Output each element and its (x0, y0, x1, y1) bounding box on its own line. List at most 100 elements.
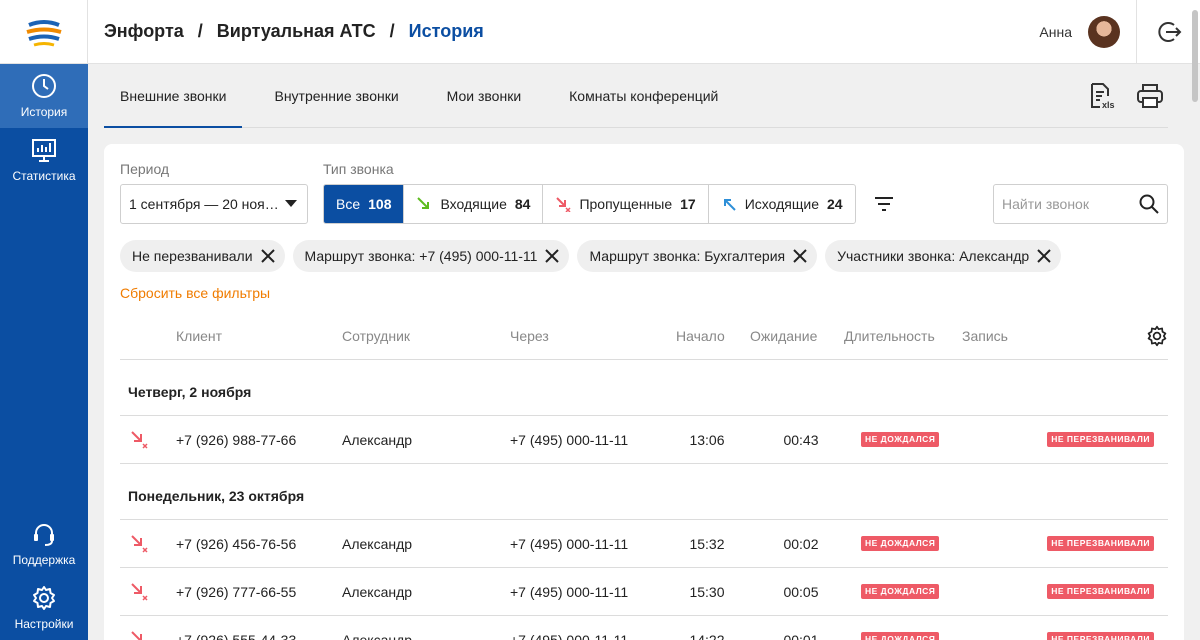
missed-call-icon (131, 583, 148, 601)
cell-client[interactable]: +7 (926) 777-66-55 (176, 584, 296, 600)
outgoing-call-icon (723, 199, 736, 211)
sidebar-item-history[interactable]: История (0, 64, 88, 128)
cell-start: 15:32 (689, 536, 725, 552)
sidebar-item-statistics[interactable]: Статистика (0, 128, 88, 192)
print-icon[interactable] (1136, 82, 1164, 110)
period-value: 1 сентября — 20 ноября (129, 196, 285, 212)
breadcrumb: Энфорта / Виртуальная АТС / История (88, 21, 484, 42)
cell-via: +7 (495) 000-11-11 (510, 632, 629, 640)
cell-via: +7 (495) 000-11-11 (510, 584, 629, 600)
enforta-logo-icon (25, 14, 62, 49)
filter-chip: Маршрут звонка: Бухгалтерия (577, 240, 818, 272)
reset-filters-link[interactable]: Сбросить все фильтры (120, 285, 270, 301)
scrollbar[interactable] (1192, 10, 1198, 102)
segment-count: 24 (826, 196, 843, 212)
table-row[interactable]: +7 (926) 777-66-55 Александр +7 (495) 00… (120, 568, 1168, 616)
table-row[interactable]: +7 (926) 555-44-33 Александр +7 (495) 00… (120, 616, 1168, 640)
column-header-wait[interactable]: Ожидание (750, 328, 817, 344)
segment-count: 108 (368, 196, 392, 212)
column-header-client[interactable]: Клиент (176, 328, 222, 344)
close-icon[interactable] (260, 249, 275, 263)
not-called-back-badge: НЕ ПЕРЕЗВАНИВАЛИ (1047, 584, 1154, 599)
segment-label: Все (336, 196, 361, 212)
svg-text:xls: xls (1102, 100, 1115, 110)
breadcrumb-vats[interactable]: Виртуальная АТС (217, 21, 376, 42)
breadcrumb-separator: / (197, 21, 203, 41)
not-waited-badge: НЕ ДОЖДАЛСЯ (861, 584, 940, 599)
sidebar-item-label: Статистика (12, 169, 76, 183)
cell-via: +7 (495) 000-11-11 (510, 432, 629, 448)
tab-external-calls[interactable]: Внешние звонки (104, 64, 243, 128)
table-settings-icon[interactable] (1146, 325, 1168, 347)
chip-label: Не перезванивали (132, 248, 253, 264)
gear-icon (33, 586, 55, 610)
column-header-duration[interactable]: Длительность (844, 328, 935, 344)
tab-my-calls[interactable]: Мои звонки (431, 64, 537, 127)
clock-icon (32, 74, 56, 98)
cell-wait: 00:01 (783, 632, 819, 640)
logout-icon (1157, 21, 1181, 42)
period-label: Период (120, 161, 170, 177)
table-row[interactable]: +7 (926) 456-76-56 Александр +7 (495) 00… (120, 520, 1168, 568)
search-input[interactable] (1002, 196, 1139, 212)
cell-wait: 00:43 (783, 432, 819, 448)
close-icon[interactable] (545, 249, 560, 263)
sidebar-item-settings[interactable]: Настройки (0, 576, 88, 640)
caret-down-icon (285, 200, 297, 207)
enforta-logo[interactable] (0, 0, 88, 64)
filter-chip: Не перезванивали (120, 240, 285, 272)
date-group-header: Четверг, 2 ноября (120, 360, 1168, 416)
column-header-start[interactable]: Начало (676, 328, 725, 344)
missed-call-icon (131, 431, 148, 449)
missed-call-icon (556, 197, 571, 212)
missed-call-icon (131, 631, 142, 640)
filter-icon[interactable] (872, 192, 896, 216)
tab-internal-calls[interactable]: Внутренние звонки (258, 64, 414, 127)
call-type-incoming[interactable]: Входящие 84 (404, 185, 544, 223)
support-icon (34, 524, 54, 546)
call-type-all[interactable]: Все 108 (324, 185, 405, 223)
call-type-missed[interactable]: Пропущенные 17 (543, 185, 709, 223)
calls-card: Период 1 сентября — 20 ноября Тип звонка… (104, 144, 1184, 640)
chip-label: Маршрут звонка: Бухгалтерия (589, 248, 786, 264)
sidebar-item-label: Поддержка (12, 553, 76, 567)
cell-client[interactable]: +7 (926) 988-77-66 (176, 432, 296, 448)
not-called-back-badge: НЕ ПЕРЕЗВАНИВАЛИ (1047, 536, 1154, 551)
logout-button[interactable] (1136, 0, 1200, 64)
date-group-header: Понедельник, 23 октября (120, 464, 1168, 520)
column-header-employee[interactable]: Сотрудник (342, 328, 410, 344)
close-icon[interactable] (793, 249, 807, 263)
chip-label: Маршрут звонка: +7 (495) 000-11-11 (304, 248, 538, 264)
segment-count: 84 (514, 196, 531, 212)
segment-label: Исходящие (744, 196, 819, 212)
column-header-recording[interactable]: Запись (962, 328, 1008, 344)
user-name[interactable]: Анна (1039, 24, 1072, 40)
cell-client[interactable]: +7 (926) 456-76-56 (176, 536, 296, 552)
tab-conference-rooms[interactable]: Комнаты конференций (553, 64, 734, 127)
tabs-bar: Внешние звонки Внутренние звонки Мои зво… (104, 64, 1168, 128)
search-icon[interactable] (1139, 194, 1159, 214)
export-xls-icon[interactable]: xls (1088, 82, 1116, 110)
call-type-outgoing[interactable]: Исходящие 24 (709, 185, 855, 223)
call-type-segments: Все 108 Входящие 84 Пропущенные 17 Исход… (323, 184, 856, 224)
breadcrumb-separator: / (389, 21, 395, 41)
column-header-via[interactable]: Через (510, 328, 549, 344)
filter-chip: Участники звонка: Александр (825, 240, 1062, 272)
not-waited-badge: НЕ ДОЖДАЛСЯ (861, 432, 940, 447)
statistics-icon (32, 139, 56, 162)
cell-client[interactable]: +7 (926) 555-44-33 (176, 632, 296, 640)
not-waited-badge: НЕ ДОЖДАЛСЯ (861, 632, 940, 640)
period-select[interactable]: 1 сентября — 20 ноября (120, 184, 308, 224)
breadcrumb-enforta[interactable]: Энфорта (104, 21, 184, 42)
sidebar-item-label: Настройки (14, 617, 74, 631)
avatar[interactable] (1088, 15, 1120, 48)
calls-table: Клиент Сотрудник Через Начало Ожидание Д… (120, 312, 1168, 640)
cell-start: 14:22 (689, 632, 725, 640)
cell-start: 13:06 (689, 432, 725, 448)
segment-label: Входящие (440, 196, 507, 212)
incoming-call-icon (417, 197, 430, 209)
sidebar-item-label: История (20, 105, 68, 119)
table-row[interactable]: +7 (926) 988-77-66 Александр +7 (495) 00… (120, 416, 1168, 464)
close-icon[interactable] (1037, 249, 1051, 263)
sidebar-item-support[interactable]: Поддержка (0, 512, 88, 576)
